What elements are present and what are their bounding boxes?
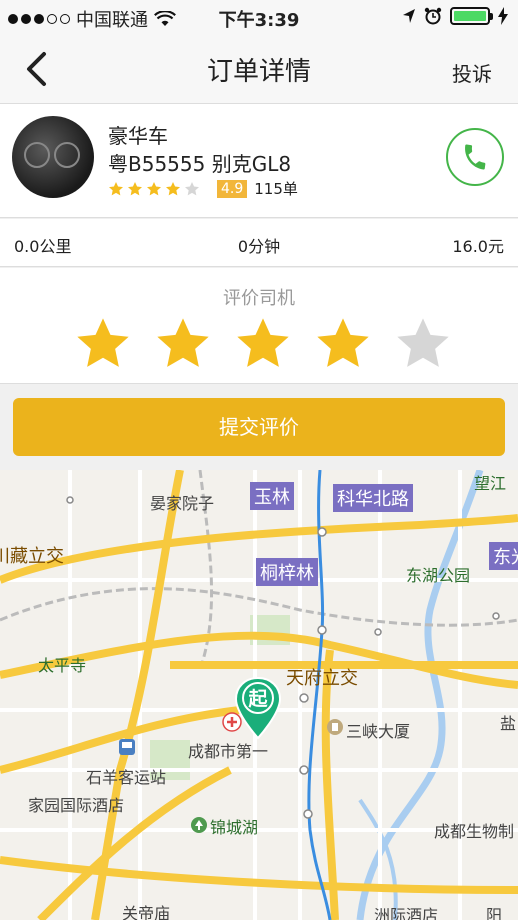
driver-avatar — [12, 116, 94, 198]
map-label-yang: 阳 — [486, 906, 503, 920]
start-marker[interactable]: 起 — [234, 676, 282, 740]
map-label-sanxia: 三峡大厦 — [346, 722, 411, 741]
alarm-icon — [424, 7, 442, 25]
map-label-shiyang: 石羊客运站 — [86, 768, 167, 787]
star-icon — [166, 181, 180, 195]
map-label-yanjia: 晏家院子 — [150, 494, 215, 513]
driver-score: 4.9 — [217, 179, 248, 198]
driver-card: 豪华车 粤B55555 别克GL8 4.9 115单 — [0, 104, 518, 218]
trip-stats: 0.0公里 0分钟 16.0元 — [0, 219, 518, 267]
page-title: 订单详情 — [206, 57, 311, 87]
map-label-bio: 成都生物制 — [434, 822, 515, 841]
metro-station-yulin: 玉林 — [250, 482, 294, 510]
metro-station-tongzilin: 桐梓林 — [256, 558, 318, 586]
park-icon — [191, 817, 207, 833]
phone-icon — [465, 144, 486, 170]
map-label-yan: 盐 — [500, 714, 517, 733]
status-bar: 中国联通 下午3:39 — [0, 0, 518, 34]
map-label-guandi: 关帝庙 — [122, 904, 171, 920]
map-label-tianfu: 天府立交 — [286, 668, 358, 689]
star-icon — [128, 181, 142, 195]
star-icon — [147, 181, 161, 195]
map-label-zangli: 川藏立交 — [0, 546, 64, 567]
map-label-taiping: 太平寺 — [38, 656, 87, 675]
star-icon — [109, 181, 123, 195]
start-marker-label: 起 — [248, 688, 268, 710]
driver-rating: 4.9 115单 — [108, 178, 298, 199]
rating-star-3[interactable] — [234, 316, 292, 372]
bus-station-icon — [119, 739, 135, 755]
rating-star-1[interactable] — [74, 316, 132, 372]
map-label-wangjiang: 望江 — [474, 474, 507, 493]
charging-icon — [498, 7, 508, 25]
rate-driver-section: 评价司机 — [0, 268, 518, 384]
rating-star-4[interactable] — [314, 316, 372, 372]
submit-rating-button[interactable]: 提交评价 — [13, 398, 505, 456]
map-label-donghu: 东湖公园 — [406, 566, 471, 585]
nav-bar: 订单详情 投诉 — [0, 34, 518, 104]
building-icon — [327, 719, 343, 735]
call-driver-button[interactable] — [446, 128, 504, 186]
rating-star-2[interactable] — [154, 316, 212, 372]
status-right — [402, 7, 508, 25]
map-label-jiayuan: 家园国际酒店 — [28, 796, 125, 815]
metro-station-dongguang: 东光 — [489, 542, 518, 570]
plate-and-model: 粤B55555 别克GL8 — [108, 152, 292, 176]
map-label-jincheng: 锦城湖 — [210, 818, 259, 837]
metro-station-kehua: 科华北路 — [333, 484, 413, 512]
rating-star-5[interactable] — [394, 316, 452, 372]
trip-fare: 16.0元 — [452, 237, 504, 256]
star-empty-icon — [185, 181, 199, 195]
map-label-hospital: 成都市第一 — [188, 742, 269, 761]
order-count: 115单 — [254, 180, 298, 198]
battery-icon — [450, 7, 493, 25]
car-type: 豪华车 — [108, 124, 168, 148]
rate-driver-label: 评价司机 — [223, 288, 295, 309]
complain-button[interactable]: 投诉 — [452, 58, 492, 87]
location-arrow-icon — [403, 9, 415, 23]
map-view[interactable]: 晏家院子 望江 川藏立交 东湖公园 玉林 科华北路 桐梓林 东光 太平寺 天府立… — [0, 470, 518, 920]
map-label-zhouji: 洲际酒店 — [374, 906, 439, 920]
trip-duration: 0分钟 — [237, 237, 281, 256]
rating-stars — [74, 316, 452, 372]
